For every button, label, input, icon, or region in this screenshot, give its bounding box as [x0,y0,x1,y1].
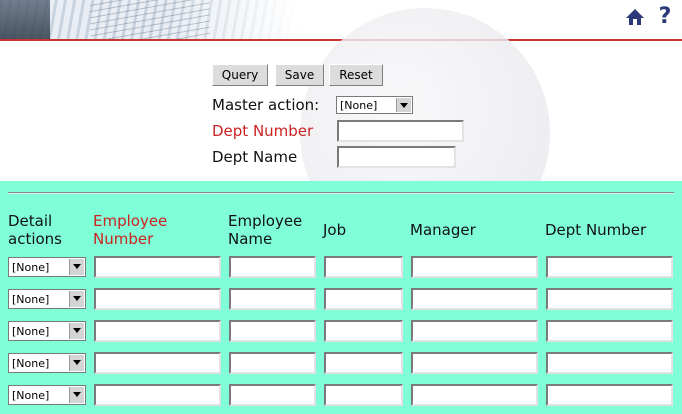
employee-name-input[interactable] [229,320,316,342]
detail-action-value: [None] [12,357,50,370]
col-header-job: Job [323,221,347,239]
help-icon[interactable]: ? [654,6,676,28]
detail-action-select[interactable]: [None] [8,321,86,341]
chevron-down-icon[interactable] [69,291,84,307]
detail-action-value: [None] [12,325,50,338]
detail-section: Detail actions Employee Number Employee … [0,181,682,414]
job-input[interactable] [324,352,403,374]
detail-dept-number-input[interactable] [546,288,673,310]
manager-input[interactable] [411,256,538,278]
chevron-down-icon[interactable] [69,323,84,339]
col-header-actions: Detail actions [8,212,62,248]
master-action-value: [None] [340,99,378,112]
detail-action-select[interactable]: [None] [8,257,86,277]
job-input[interactable] [324,288,403,310]
detail-action-value: [None] [12,389,50,402]
col-header-manager: Manager [410,221,476,239]
col-header-dept-number: Dept Number [545,221,647,239]
chevron-down-icon[interactable] [69,259,84,275]
dept-name-label: Dept Name [212,148,298,166]
employee-name-input[interactable] [229,256,316,278]
dept-number-input[interactable] [337,120,464,142]
col-header-emp-name: Employee Name [228,212,303,248]
header-banner: ? [0,0,682,41]
section-divider [8,192,674,194]
job-input[interactable] [324,320,403,342]
detail-action-value: [None] [12,261,50,274]
detail-action-select[interactable]: [None] [8,289,86,309]
banner-image [0,0,300,40]
chevron-down-icon[interactable] [396,98,411,112]
chevron-down-icon[interactable] [69,387,84,403]
dept-number-label: Dept Number [212,122,314,140]
employee-name-input[interactable] [229,384,316,406]
employee-number-input[interactable] [94,256,221,278]
chevron-down-icon[interactable] [69,355,84,371]
detail-dept-number-input[interactable] [546,256,673,278]
detail-dept-number-input[interactable] [546,320,673,342]
employee-name-input[interactable] [229,288,316,310]
employee-number-input[interactable] [94,288,221,310]
employee-number-input[interactable] [94,352,221,374]
detail-dept-number-input[interactable] [546,352,673,374]
query-button[interactable]: Query [212,64,268,86]
employee-name-input[interactable] [229,352,316,374]
detail-action-select[interactable]: [None] [8,385,86,405]
job-input[interactable] [324,384,403,406]
detail-dept-number-input[interactable] [546,384,673,406]
employee-number-input[interactable] [94,384,221,406]
col-header-emp-number: Employee Number [93,212,168,248]
manager-input[interactable] [411,384,538,406]
manager-input[interactable] [411,320,538,342]
reset-button[interactable]: Reset [329,64,383,86]
manager-input[interactable] [411,352,538,374]
master-action-label: Master action: [212,96,320,114]
manager-input[interactable] [411,288,538,310]
employee-number-input[interactable] [94,320,221,342]
home-icon[interactable] [624,6,646,28]
detail-action-select[interactable]: [None] [8,353,86,373]
job-input[interactable] [324,256,403,278]
dept-name-input[interactable] [337,146,456,168]
save-button[interactable]: Save [275,64,324,86]
master-action-select[interactable]: [None] [336,96,413,114]
detail-action-value: [None] [12,293,50,306]
